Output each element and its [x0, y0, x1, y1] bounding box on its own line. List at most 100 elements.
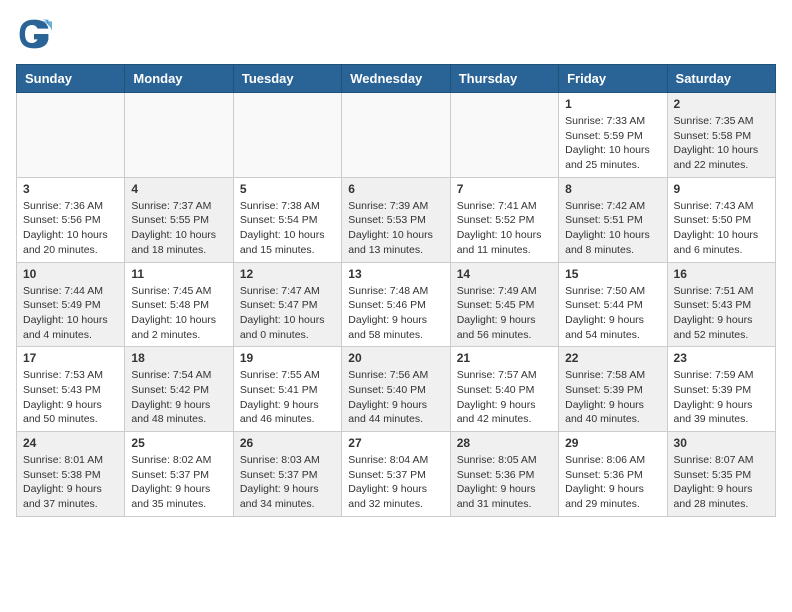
day-info: Sunrise: 7:58 AMSunset: 5:39 PMDaylight:…	[565, 368, 660, 427]
calendar-cell: 12 Sunrise: 7:47 AMSunset: 5:47 PMDayligh…	[233, 262, 341, 347]
calendar-cell: 17Sunrise: 7:53 AMSunset: 5:43 PMDayligh…	[17, 347, 125, 432]
day-info: Sunrise: 7:38 AMSunset: 5:54 PMDaylight:…	[240, 199, 335, 258]
day-number: 26	[240, 436, 335, 450]
day-info: Sunrise: 7:56 AMSunset: 5:40 PMDaylight:…	[348, 368, 443, 427]
calendar-cell: 24 Sunrise: 8:01 AMSunset: 5:38 PMDayligh…	[17, 432, 125, 517]
day-info: Sunrise: 7:33 AMSunset: 5:59 PMDaylight:…	[565, 114, 660, 173]
day-info: Sunrise: 7:48 AMSunset: 5:46 PMDaylight:…	[348, 284, 443, 343]
day-number: 25	[131, 436, 226, 450]
calendar-cell: 21 Sunrise: 7:57 AMSunset: 5:40 PMDayligh…	[450, 347, 558, 432]
weekday-header-row: SundayMondayTuesdayWednesdayThursdayFrid…	[17, 65, 776, 93]
day-info: Sunrise: 7:49 AMSunset: 5:45 PMDaylight:…	[457, 284, 552, 343]
calendar-cell: 9 Sunrise: 7:43 AMSunset: 5:50 PMDaylight…	[667, 177, 775, 262]
day-info: Sunrise: 7:41 AMSunset: 5:52 PMDaylight:…	[457, 199, 552, 258]
week-row-4: 17Sunrise: 7:53 AMSunset: 5:43 PMDayligh…	[17, 347, 776, 432]
day-info: Sunrise: 7:42 AMSunset: 5:51 PMDaylight:…	[565, 199, 660, 258]
day-info: Sunrise: 7:47 AMSunset: 5:47 PMDaylight:…	[240, 284, 335, 343]
calendar-cell: 29 Sunrise: 8:06 AMSunset: 5:36 PMDayligh…	[559, 432, 667, 517]
calendar-cell: 18Sunrise: 7:54 AMSunset: 5:42 PMDayligh…	[125, 347, 233, 432]
day-number: 29	[565, 436, 660, 450]
day-number: 20	[348, 351, 443, 365]
calendar-cell: 15 Sunrise: 7:50 AMSunset: 5:44 PMDayligh…	[559, 262, 667, 347]
day-info: Sunrise: 8:07 AMSunset: 5:35 PMDaylight:…	[674, 453, 769, 512]
day-number: 24	[23, 436, 118, 450]
calendar-cell: 13Sunrise: 7:48 AMSunset: 5:46 PMDayligh…	[342, 262, 450, 347]
day-info: Sunrise: 8:06 AMSunset: 5:36 PMDaylight:…	[565, 453, 660, 512]
week-row-3: 10 Sunrise: 7:44 AMSunset: 5:49 PMDayligh…	[17, 262, 776, 347]
day-info: Sunrise: 8:02 AMSunset: 5:37 PMDaylight:…	[131, 453, 226, 512]
week-row-5: 24 Sunrise: 8:01 AMSunset: 5:38 PMDayligh…	[17, 432, 776, 517]
logo-icon	[16, 16, 52, 52]
calendar-cell: 30Sunrise: 8:07 AMSunset: 5:35 PMDayligh…	[667, 432, 775, 517]
day-number: 18	[131, 351, 226, 365]
day-number: 16	[674, 267, 769, 281]
calendar-cell: 27Sunrise: 8:04 AMSunset: 5:37 PMDayligh…	[342, 432, 450, 517]
day-info: Sunrise: 7:59 AMSunset: 5:39 PMDaylight:…	[674, 368, 769, 427]
calendar-cell: 7 Sunrise: 7:41 AMSunset: 5:52 PMDaylight…	[450, 177, 558, 262]
calendar-cell: 6 Sunrise: 7:39 AMSunset: 5:53 PMDaylight…	[342, 177, 450, 262]
day-info: Sunrise: 8:03 AMSunset: 5:37 PMDaylight:…	[240, 453, 335, 512]
calendar-cell	[450, 93, 558, 178]
calendar-cell: 22 Sunrise: 7:58 AMSunset: 5:39 PMDayligh…	[559, 347, 667, 432]
day-number: 23	[674, 351, 769, 365]
calendar-cell: 1 Sunrise: 7:33 AMSunset: 5:59 PMDaylight…	[559, 93, 667, 178]
weekday-header-thursday: Thursday	[450, 65, 558, 93]
day-number: 4	[131, 182, 226, 196]
day-number: 27	[348, 436, 443, 450]
day-number: 7	[457, 182, 552, 196]
weekday-header-sunday: Sunday	[17, 65, 125, 93]
day-info: Sunrise: 7:44 AMSunset: 5:49 PMDaylight:…	[23, 284, 118, 343]
day-number: 3	[23, 182, 118, 196]
day-number: 5	[240, 182, 335, 196]
day-info: Sunrise: 7:37 AMSunset: 5:55 PMDaylight:…	[131, 199, 226, 258]
day-number: 1	[565, 97, 660, 111]
day-number: 22	[565, 351, 660, 365]
day-number: 19	[240, 351, 335, 365]
calendar-cell: 8Sunrise: 7:42 AMSunset: 5:51 PMDaylight…	[559, 177, 667, 262]
calendar-cell: 14 Sunrise: 7:49 AMSunset: 5:45 PMDayligh…	[450, 262, 558, 347]
day-info: Sunrise: 7:51 AMSunset: 5:43 PMDaylight:…	[674, 284, 769, 343]
weekday-header-tuesday: Tuesday	[233, 65, 341, 93]
weekday-header-monday: Monday	[125, 65, 233, 93]
weekday-header-wednesday: Wednesday	[342, 65, 450, 93]
day-info: Sunrise: 7:36 AMSunset: 5:56 PMDaylight:…	[23, 199, 118, 258]
calendar-cell	[342, 93, 450, 178]
day-number: 6	[348, 182, 443, 196]
calendar-cell: 26 Sunrise: 8:03 AMSunset: 5:37 PMDayligh…	[233, 432, 341, 517]
day-info: Sunrise: 7:45 AMSunset: 5:48 PMDaylight:…	[131, 284, 226, 343]
day-number: 17	[23, 351, 118, 365]
calendar-cell: 3 Sunrise: 7:36 AMSunset: 5:56 PMDaylight…	[17, 177, 125, 262]
calendar-cell	[17, 93, 125, 178]
calendar-cell	[233, 93, 341, 178]
calendar: SundayMondayTuesdayWednesdayThursdayFrid…	[16, 64, 776, 517]
day-info: Sunrise: 7:50 AMSunset: 5:44 PMDaylight:…	[565, 284, 660, 343]
day-number: 28	[457, 436, 552, 450]
day-number: 9	[674, 182, 769, 196]
calendar-cell: 10 Sunrise: 7:44 AMSunset: 5:49 PMDayligh…	[17, 262, 125, 347]
day-info: Sunrise: 8:01 AMSunset: 5:38 PMDaylight:…	[23, 453, 118, 512]
week-row-2: 3 Sunrise: 7:36 AMSunset: 5:56 PMDaylight…	[17, 177, 776, 262]
day-info: Sunrise: 7:35 AMSunset: 5:58 PMDaylight:…	[674, 114, 769, 173]
calendar-cell: 5 Sunrise: 7:38 AMSunset: 5:54 PMDaylight…	[233, 177, 341, 262]
week-row-1: 1 Sunrise: 7:33 AMSunset: 5:59 PMDaylight…	[17, 93, 776, 178]
day-number: 12	[240, 267, 335, 281]
calendar-cell: 11Sunrise: 7:45 AMSunset: 5:48 PMDayligh…	[125, 262, 233, 347]
day-info: Sunrise: 7:57 AMSunset: 5:40 PMDaylight:…	[457, 368, 552, 427]
day-number: 14	[457, 267, 552, 281]
calendar-cell: 23 Sunrise: 7:59 AMSunset: 5:39 PMDayligh…	[667, 347, 775, 432]
day-info: Sunrise: 7:43 AMSunset: 5:50 PMDaylight:…	[674, 199, 769, 258]
day-number: 15	[565, 267, 660, 281]
calendar-cell: 25 Sunrise: 8:02 AMSunset: 5:37 PMDayligh…	[125, 432, 233, 517]
day-info: Sunrise: 7:39 AMSunset: 5:53 PMDaylight:…	[348, 199, 443, 258]
page-header	[16, 16, 776, 52]
day-number: 2	[674, 97, 769, 111]
calendar-cell: 4 Sunrise: 7:37 AMSunset: 5:55 PMDaylight…	[125, 177, 233, 262]
day-info: Sunrise: 7:55 AMSunset: 5:41 PMDaylight:…	[240, 368, 335, 427]
calendar-cell: 16 Sunrise: 7:51 AMSunset: 5:43 PMDayligh…	[667, 262, 775, 347]
calendar-cell: 28 Sunrise: 8:05 AMSunset: 5:36 PMDayligh…	[450, 432, 558, 517]
weekday-header-saturday: Saturday	[667, 65, 775, 93]
calendar-cell: 2 Sunrise: 7:35 AMSunset: 5:58 PMDaylight…	[667, 93, 775, 178]
day-number: 21	[457, 351, 552, 365]
day-number: 10	[23, 267, 118, 281]
day-info: Sunrise: 8:05 AMSunset: 5:36 PMDaylight:…	[457, 453, 552, 512]
